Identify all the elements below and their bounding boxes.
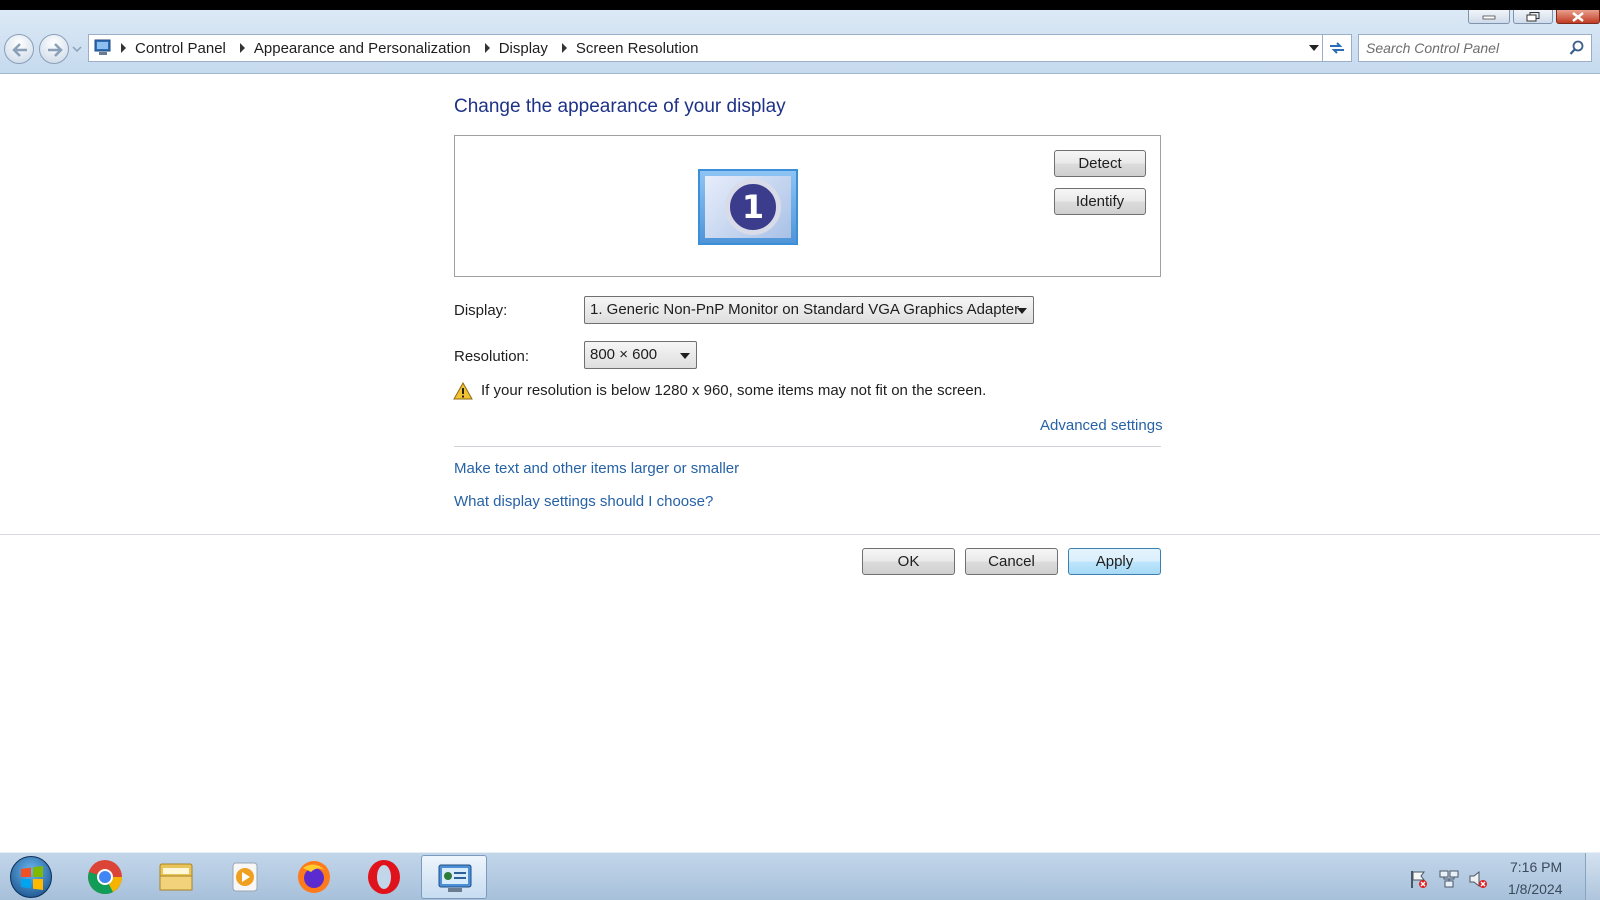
minimize-icon — [1482, 15, 1496, 19]
monitor-1-tile[interactable]: 1 — [698, 169, 798, 245]
resolution-select[interactable]: 800 × 600 — [584, 341, 697, 369]
text-size-link[interactable]: Make text and other items larger or smal… — [454, 460, 739, 477]
monitor-arrangement-panel: 1 Detect Identify — [454, 135, 1161, 277]
breadcrumb-screen-resolution[interactable]: Screen Resolution — [576, 40, 699, 57]
breadcrumb-display[interactable]: Display — [499, 40, 548, 57]
advanced-settings-link[interactable]: Advanced settings — [1040, 417, 1163, 434]
start-button[interactable] — [10, 856, 52, 898]
search-box[interactable] — [1358, 34, 1592, 62]
resolution-warning-text: If your resolution is below 1280 x 960, … — [481, 382, 987, 399]
back-button[interactable] — [4, 34, 34, 64]
media-player-icon — [232, 862, 258, 892]
breadcrumb-control-panel[interactable]: Control Panel — [135, 40, 226, 57]
breadcrumb-separator-icon[interactable] — [121, 43, 126, 53]
recent-pages-chevron-icon[interactable] — [72, 45, 82, 53]
taskbar — [0, 852, 1600, 900]
dropdown-arrow-icon — [1017, 308, 1027, 314]
taskbar-media-player[interactable] — [212, 855, 278, 899]
display-help-link[interactable]: What display settings should I choose? — [454, 493, 713, 510]
warning-icon — [453, 382, 473, 400]
search-input[interactable] — [1366, 38, 1566, 58]
minimize-button[interactable] — [1468, 10, 1510, 24]
window-top-edge — [0, 0, 1600, 10]
divider — [454, 446, 1161, 447]
opera-icon — [368, 860, 400, 894]
taskbar-file-explorer[interactable] — [143, 855, 209, 899]
footer-divider — [0, 534, 1600, 535]
restore-button[interactable] — [1513, 10, 1553, 24]
firefox-icon — [298, 861, 330, 893]
refresh-icon — [1330, 42, 1344, 54]
display-select[interactable]: 1. Generic Non-PnP Monitor on Standard V… — [584, 296, 1034, 324]
apply-button[interactable]: Apply — [1068, 548, 1161, 575]
address-bar[interactable]: Control Panel Appearance and Personaliza… — [88, 34, 1326, 62]
back-arrow-icon — [12, 43, 27, 57]
close-icon — [1572, 11, 1584, 22]
clock-date[interactable]: 1/8/2024 — [1508, 881, 1563, 897]
action-center-flag-icon[interactable] — [1409, 869, 1429, 889]
taskbar-opera[interactable] — [351, 855, 417, 899]
resolution-label: Resolution: — [454, 348, 530, 365]
display-select-value: 1. Generic Non-PnP Monitor on Standard V… — [590, 301, 1020, 318]
windows-logo-icon — [21, 866, 43, 890]
display-label: Display: — [454, 302, 508, 319]
address-history-dropdown-icon[interactable] — [1309, 45, 1319, 51]
close-button[interactable] — [1556, 10, 1600, 24]
chrome-icon — [88, 860, 122, 895]
page-title: Change the appearance of your display — [454, 96, 786, 117]
dropdown-arrow-icon — [680, 353, 690, 359]
taskbar-chrome[interactable] — [72, 855, 138, 899]
taskbar-control-panel[interactable] — [421, 855, 487, 899]
network-icon[interactable] — [1438, 869, 1460, 889]
show-desktop-button[interactable] — [1585, 853, 1600, 900]
forward-button[interactable] — [39, 34, 69, 64]
breadcrumb: Control Panel Appearance and Personaliza… — [115, 35, 706, 61]
control-panel-icon — [94, 39, 111, 55]
breadcrumb-separator-icon[interactable] — [484, 43, 490, 53]
forward-arrow-icon — [48, 43, 63, 57]
taskbar-firefox[interactable] — [281, 855, 347, 899]
monitor-number: 1 — [725, 179, 781, 235]
search-icon[interactable] — [1569, 40, 1585, 56]
volume-muted-icon[interactable] — [1468, 869, 1488, 889]
ok-button[interactable]: OK — [862, 548, 955, 575]
refresh-button[interactable] — [1322, 34, 1352, 62]
control-panel-icon — [438, 864, 472, 892]
resolution-select-value: 800 × 600 — [590, 346, 658, 363]
clock-time[interactable]: 7:16 PM — [1510, 859, 1562, 875]
cancel-button[interactable]: Cancel — [965, 548, 1058, 575]
monitor-screen: 1 — [705, 176, 791, 238]
detect-button[interactable]: Detect — [1054, 150, 1146, 177]
file-explorer-icon — [159, 863, 193, 891]
identify-button[interactable]: Identify — [1054, 188, 1146, 215]
breadcrumb-appearance-personalization[interactable]: Appearance and Personalization — [254, 40, 471, 57]
restore-icon — [1526, 11, 1540, 21]
breadcrumb-separator-icon[interactable] — [239, 43, 245, 53]
breadcrumb-separator-icon[interactable] — [561, 43, 567, 53]
